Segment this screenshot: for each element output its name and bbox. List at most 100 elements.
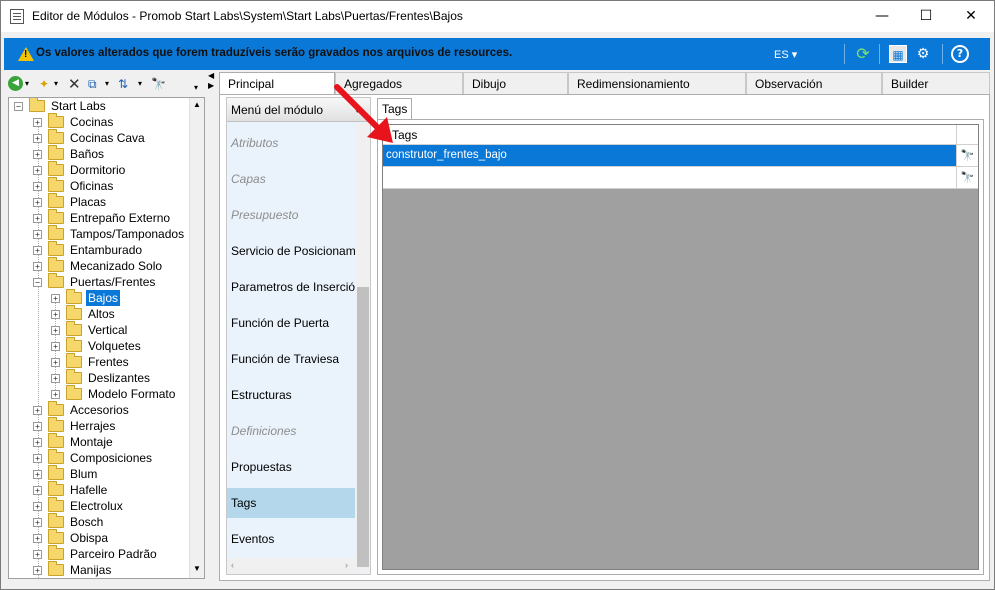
- tab-observacion[interactable]: Observación: [746, 72, 882, 95]
- expand-icon[interactable]: +: [33, 134, 42, 143]
- scroll-thumb[interactable]: [357, 287, 369, 567]
- expand-icon[interactable]: +: [33, 470, 42, 479]
- tree-scrollbar[interactable]: ▲ ▼: [189, 98, 204, 578]
- toolbar-overflow-icon[interactable]: ▾: [194, 79, 198, 97]
- expand-icon[interactable]: +: [33, 262, 42, 271]
- tree-item-label: Electrolux: [70, 499, 123, 513]
- tab-dibujo[interactable]: Dibujo: [463, 72, 568, 95]
- expand-icon[interactable]: +: [51, 374, 60, 383]
- table-row-new[interactable]: 🔭: [383, 167, 978, 189]
- folder-icon: [48, 417, 64, 432]
- expand-right-icon[interactable]: ▶: [208, 81, 214, 90]
- menu-item-servicio-posicionamiento[interactable]: Servicio de Posicionamiento: [227, 236, 355, 266]
- tab-builder[interactable]: Builder: [882, 72, 990, 95]
- scroll-up-icon[interactable]: ▲: [193, 100, 201, 109]
- expand-icon[interactable]: +: [51, 390, 60, 399]
- menu-item-propuestas[interactable]: Propuestas: [227, 452, 355, 482]
- delete-icon[interactable]: ✕: [68, 75, 81, 93]
- tab-principal[interactable]: Principal: [219, 72, 335, 96]
- menu-item-eventos[interactable]: Eventos: [227, 524, 355, 554]
- menu-item-presupuesto[interactable]: Presupuesto: [227, 200, 355, 230]
- minimize-button[interactable]: —: [859, 1, 905, 32]
- language-selector[interactable]: ES ▾: [774, 48, 797, 61]
- expand-icon[interactable]: +: [51, 326, 60, 335]
- menu-item-definiciones[interactable]: Definiciones: [227, 416, 355, 446]
- expand-icon[interactable]: +: [51, 358, 60, 367]
- expand-icon[interactable]: +: [51, 294, 60, 303]
- maximize-button[interactable]: ☐: [903, 1, 949, 32]
- collapse-icon[interactable]: −: [14, 102, 23, 111]
- binoculars-icon[interactable]: 🔭: [151, 75, 166, 93]
- menu-horizontal-scrollbar[interactable]: ‹ ›: [227, 558, 356, 574]
- expand-icon[interactable]: +: [33, 566, 42, 575]
- expand-icon[interactable]: +: [33, 534, 42, 543]
- folder-icon: [66, 305, 82, 320]
- expand-icon[interactable]: +: [33, 518, 42, 527]
- toolbar-separator: [844, 44, 845, 64]
- folder-icon: [48, 449, 64, 464]
- expand-icon[interactable]: +: [33, 214, 42, 223]
- menu-item-funcion-traviesa[interactable]: Función de Traviesa: [227, 344, 355, 374]
- refresh-icon[interactable]: ⟳: [854, 45, 872, 63]
- chevron-down-icon[interactable]: ▾: [25, 75, 29, 93]
- sort-icon[interactable]: ⇅: [118, 75, 128, 93]
- tree-item-label: Frentes: [88, 355, 129, 369]
- copy-icon[interactable]: ⧉: [88, 75, 97, 93]
- binoculars-icon[interactable]: 🔭: [956, 167, 978, 188]
- menu-item-tags[interactable]: Tags: [227, 488, 355, 518]
- expand-icon[interactable]: +: [33, 166, 42, 175]
- expand-icon[interactable]: +: [33, 454, 42, 463]
- expand-icon[interactable]: +: [33, 406, 42, 415]
- close-button[interactable]: ✕: [948, 1, 994, 32]
- new-item-icon[interactable]: ✦: [39, 75, 49, 93]
- menu-item-parametros-insercion[interactable]: Parametros de Inserción: [227, 272, 355, 302]
- expand-icon[interactable]: +: [33, 502, 42, 511]
- tag-value[interactable]: construtor_frentes_bajo: [386, 149, 507, 161]
- module-menu-title: Menú del módulo: [231, 103, 324, 117]
- grid-header: Tags: [383, 125, 978, 145]
- collapse-left-icon[interactable]: ◀: [208, 71, 214, 80]
- folder-icon: [66, 289, 82, 304]
- expand-icon[interactable]: +: [51, 310, 60, 319]
- binoculars-icon[interactable]: 🔭: [956, 145, 978, 166]
- expand-icon[interactable]: +: [33, 118, 42, 127]
- expand-icon[interactable]: +: [33, 150, 42, 159]
- module-menu: Menú del módulo ▾ Atributos Capas Presup…: [226, 97, 371, 575]
- tree-item-label: Baños: [70, 147, 105, 161]
- scroll-left-icon[interactable]: ‹: [231, 560, 234, 570]
- module-tree[interactable]: − Start Labs + Cocinas + Cocinas Cava + Bañ…: [8, 97, 205, 579]
- expand-icon[interactable]: +: [33, 422, 42, 431]
- tab-redimensionamiento[interactable]: Redimensionamiento: [568, 72, 746, 95]
- info-message: Os valores alterados que forem traduzíve…: [36, 47, 513, 59]
- help-icon[interactable]: ?: [951, 45, 969, 63]
- expand-icon[interactable]: +: [33, 198, 42, 207]
- scroll-down-icon[interactable]: ▼: [193, 564, 201, 573]
- expand-icon[interactable]: +: [33, 486, 42, 495]
- scroll-right-icon[interactable]: ›: [345, 560, 348, 570]
- chevron-down-icon[interactable]: ▾: [138, 75, 142, 93]
- menu-scrollbar[interactable]: [356, 123, 370, 573]
- expand-icon[interactable]: +: [33, 438, 42, 447]
- chevron-down-icon[interactable]: ▾: [54, 75, 58, 93]
- view-layout-icon[interactable]: ▦: [889, 45, 907, 63]
- expand-icon[interactable]: +: [33, 246, 42, 255]
- chevron-down-icon[interactable]: ▾: [105, 75, 109, 93]
- menu-item-funcion-puerta[interactable]: Función de Puerta: [227, 308, 355, 338]
- tree-item-label: Vertical: [88, 323, 128, 337]
- expand-icon[interactable]: +: [33, 182, 42, 191]
- expand-icon[interactable]: +: [33, 230, 42, 239]
- back-icon[interactable]: ◀: [8, 76, 23, 91]
- expand-icon[interactable]: +: [33, 550, 42, 559]
- tree-item-label: Manijas: [70, 563, 112, 577]
- folder-icon: [48, 401, 64, 416]
- settings-icon[interactable]: ⚙: [914, 45, 932, 63]
- title-bar: Editor de Módulos - Promob Start Labs\Sy…: [1, 1, 994, 32]
- tree-toolbar: ◀ ▾ ✦ ▾ ✕ ⧉ ▾ ⇅ ▾ 🔭 ▾: [4, 73, 209, 97]
- collapse-icon[interactable]: −: [33, 278, 42, 287]
- expand-icon[interactable]: +: [51, 342, 60, 351]
- table-row[interactable]: construtor_frentes_bajo 🔭: [383, 145, 978, 167]
- panel-splitter[interactable]: ◀ ▶: [208, 71, 218, 96]
- folder-icon: [48, 465, 64, 480]
- menu-item-estructuras[interactable]: Estructuras: [227, 380, 355, 410]
- menu-item-capas[interactable]: Capas: [227, 164, 355, 194]
